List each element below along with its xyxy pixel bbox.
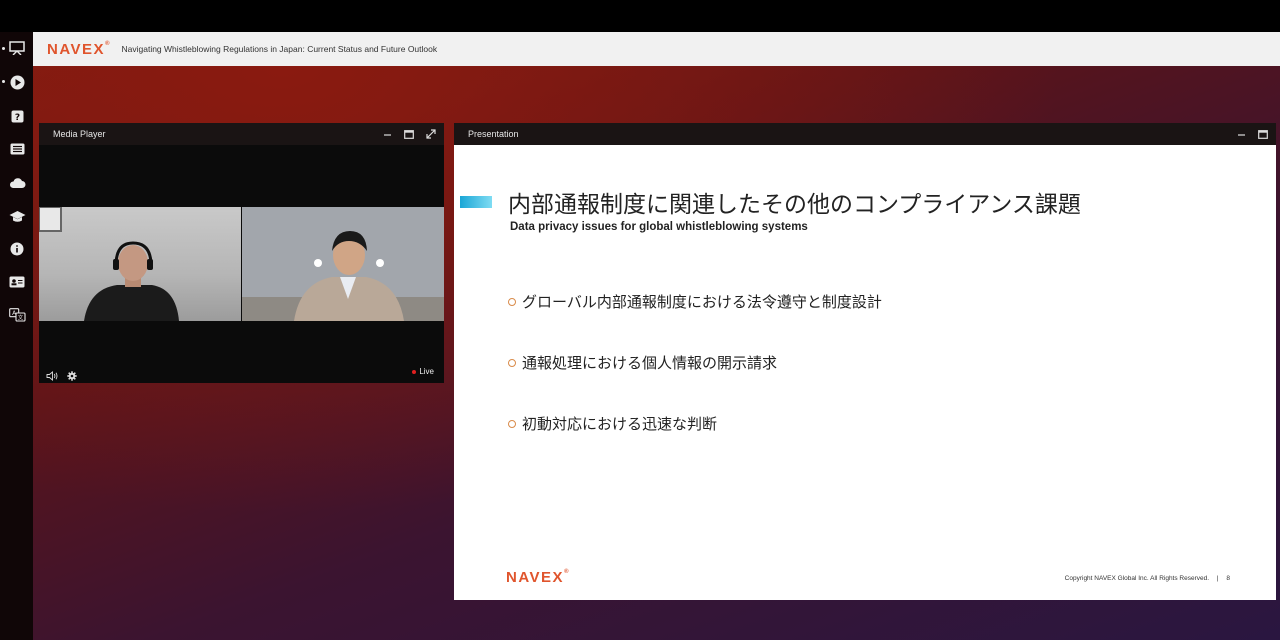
- media-player-panel: Media Player Live: [39, 123, 444, 383]
- slide-accent-bar: [460, 196, 492, 208]
- top-black-bar: [0, 0, 1280, 32]
- slide-bullet: 通報処理における個人情報の開示請求: [508, 352, 777, 373]
- speaker-video-right: [242, 207, 444, 321]
- volume-icon[interactable]: [46, 368, 59, 386]
- expand-icon[interactable]: [426, 129, 436, 139]
- bullet-marker: [508, 358, 516, 367]
- footer-separator: |: [1216, 575, 1219, 582]
- active-indicator: [2, 80, 5, 83]
- presentation-header: Presentation: [454, 123, 1276, 145]
- slide-subheading: Data privacy issues for global whistlebl…: [510, 221, 808, 233]
- page-number: 8: [1226, 575, 1230, 582]
- bullet-text: 初動対応における迅速な判断: [522, 416, 718, 433]
- media-controls: Live: [39, 363, 444, 383]
- cloud-icon[interactable]: [6, 172, 28, 194]
- slide-footer: Copyright NAVEX Global Inc. All Rights R…: [1065, 575, 1230, 582]
- media-player-header: Media Player: [39, 123, 444, 145]
- live-label: Live: [419, 367, 434, 376]
- live-indicator: Live: [412, 367, 434, 376]
- maximize-icon[interactable]: [1258, 129, 1268, 139]
- app-header: NAVEX® Navigating Whistleblowing Regulat…: [33, 32, 1280, 66]
- video-area[interactable]: Live: [39, 145, 444, 383]
- slide-heading: 内部通報制度に関連したその他のコンプライアンス課題: [508, 191, 1081, 217]
- maximize-icon[interactable]: [404, 129, 414, 139]
- translate-icon[interactable]: A文: [6, 304, 28, 326]
- contact-card-icon[interactable]: [6, 271, 28, 293]
- slide-bullet: 初動対応における迅速な判断: [508, 413, 717, 434]
- presentation-slide: 内部通報制度に関連したその他のコンプライアンス課題 Data privacy i…: [454, 145, 1276, 600]
- bullet-marker: [508, 297, 516, 306]
- stage-background: Media Player Live Presentation 内部通報制度に関連…: [33, 66, 1280, 640]
- brand-logo[interactable]: NAVEX®: [47, 41, 110, 58]
- info-icon[interactable]: [6, 238, 28, 260]
- svg-text:?: ?: [14, 113, 19, 123]
- slide-logo: NAVEX®: [506, 569, 569, 586]
- bullet-text: グローバル内部通報制度における法令遵守と制度設計: [522, 294, 882, 311]
- sidebar: ? A文: [0, 32, 33, 640]
- bullet-marker: [508, 419, 516, 428]
- slide-bullet: グローバル内部通報制度における法令遵守と制度設計: [508, 291, 882, 312]
- live-dot: [412, 369, 417, 374]
- event-title: Navigating Whistleblowing Regulations in…: [121, 44, 438, 54]
- speaker-video-left: [39, 207, 241, 321]
- minimize-icon[interactable]: [382, 129, 392, 139]
- question-icon[interactable]: ?: [6, 105, 28, 127]
- play-icon[interactable]: [6, 71, 28, 93]
- presentation-icon[interactable]: [6, 37, 28, 59]
- copyright-text: Copyright NAVEX Global Inc. All Rights R…: [1064, 575, 1210, 582]
- active-indicator: [2, 47, 5, 50]
- minimize-icon[interactable]: [1236, 129, 1246, 139]
- media-player-title: Media Player: [53, 129, 106, 139]
- graduation-cap-icon[interactable]: [6, 205, 28, 227]
- presentation-title: Presentation: [468, 129, 519, 139]
- svg-text:文: 文: [17, 313, 23, 321]
- presentation-panel: Presentation 内部通報制度に関連したその他のコンプライアンス課題 D…: [454, 123, 1276, 600]
- bullet-text: 通報処理における個人情報の開示請求: [522, 355, 778, 372]
- settings-gear-icon[interactable]: [67, 368, 77, 386]
- list-icon[interactable]: [6, 138, 28, 160]
